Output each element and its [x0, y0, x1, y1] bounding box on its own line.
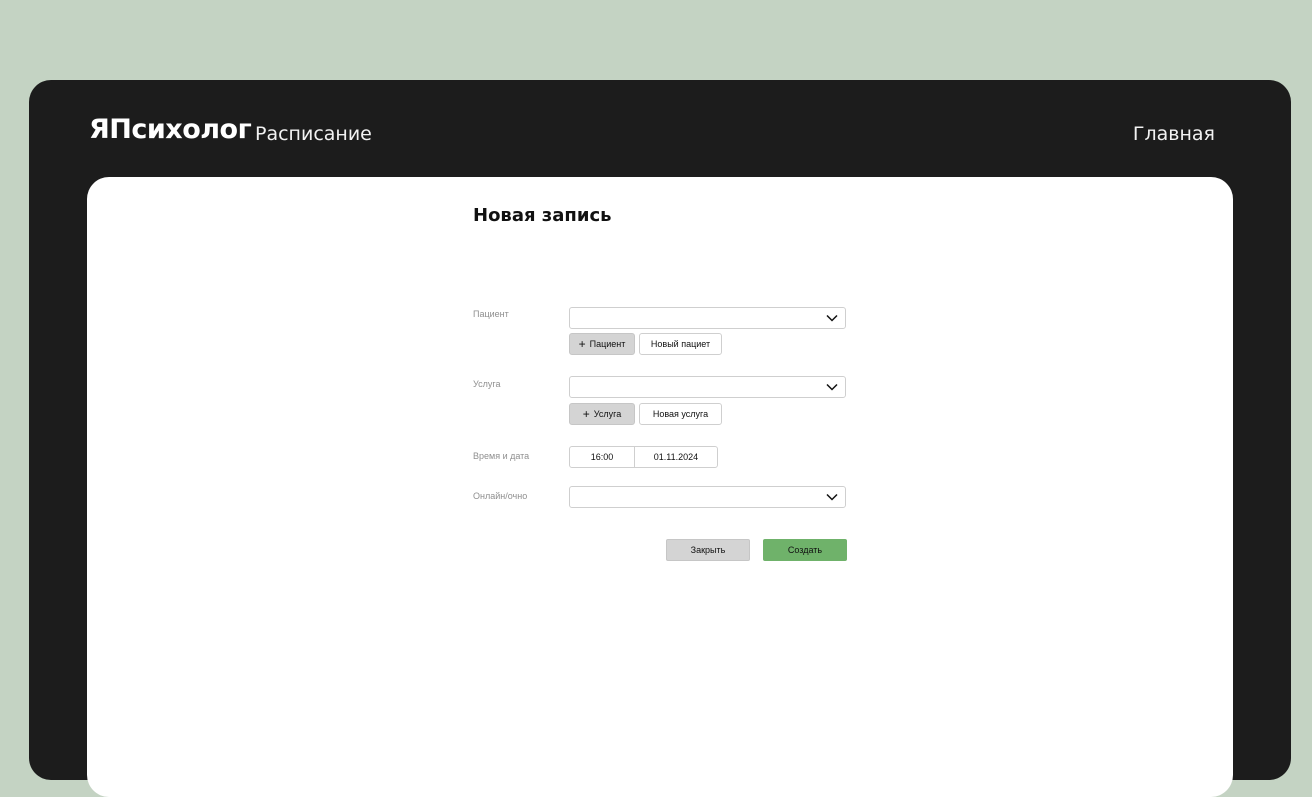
add-patient-button[interactable]: + Пациент — [569, 333, 635, 355]
app-logo[interactable]: ЯПсихолог — [89, 114, 252, 145]
add-service-label: Услуга — [593, 409, 622, 419]
service-select[interactable] — [569, 376, 846, 398]
content-panel: Новая запись Пациент + Пациент Новый пац… — [87, 177, 1233, 797]
nav-home-link[interactable]: Главная — [1133, 123, 1215, 145]
new-patient-button[interactable]: Новый пациет — [639, 333, 722, 355]
service-label: Услуга — [473, 379, 501, 389]
patient-label: Пациент — [473, 309, 509, 319]
new-service-button[interactable]: Новая услуга — [639, 403, 722, 425]
time-input[interactable]: 16:00 — [569, 446, 635, 468]
chevron-down-icon — [826, 493, 838, 501]
page-title: Новая запись — [473, 205, 612, 226]
format-select[interactable] — [569, 486, 846, 508]
datetime-label: Время и дата — [473, 451, 530, 461]
patient-select[interactable] — [569, 307, 846, 329]
chevron-down-icon — [826, 314, 838, 322]
plus-icon: + — [582, 407, 590, 421]
create-button[interactable]: Создать — [763, 539, 847, 561]
close-button[interactable]: Закрыть — [666, 539, 750, 561]
chevron-down-icon — [826, 383, 838, 391]
app-frame: ЯПсихолог Расписание Главная Новая запис… — [29, 80, 1291, 797]
format-label: Онлайн/очно — [473, 491, 528, 501]
add-service-button[interactable]: + Услуга — [569, 403, 635, 425]
add-patient-label: Пациент — [589, 339, 626, 349]
section-title: Расписание — [255, 123, 372, 145]
plus-icon: + — [578, 337, 586, 351]
date-input[interactable]: 01.11.2024 — [634, 446, 718, 468]
